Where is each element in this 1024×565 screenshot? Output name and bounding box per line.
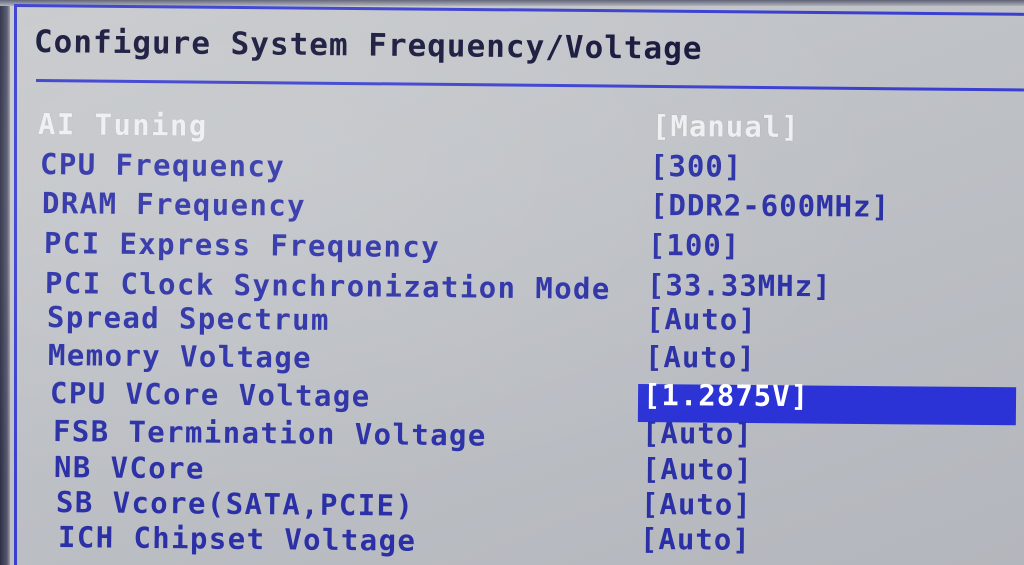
setting-value[interactable]: [Auto]: [641, 486, 752, 523]
setting-label: ICH Chipset Voltage: [57, 520, 417, 558]
setting-label: SB Vcore(SATA,PCIE): [55, 485, 415, 523]
setting-row-fsb-termination-voltage[interactable]: FSB Termination Voltage [Auto]: [0, 413, 1024, 453]
setting-label: PCI Express Frequency: [43, 226, 441, 265]
setting-value[interactable]: [DDR2-600MHz]: [650, 187, 890, 225]
setting-row-cpu-vcore-voltage[interactable]: CPU VCore Voltage [1.2875V]: [0, 375, 1024, 414]
settings-list: AI Tuning [Manual] CPU Frequency [300] D…: [0, 0, 1024, 565]
setting-value[interactable]: [1.2875V]: [643, 377, 809, 414]
setting-row-memory-voltage[interactable]: Memory Voltage [Auto]: [0, 337, 1024, 376]
setting-label: Memory Voltage: [47, 338, 313, 375]
setting-value[interactable]: [Auto]: [645, 339, 756, 376]
setting-row-cpu-frequency[interactable]: CPU Frequency [300]: [0, 146, 1024, 185]
setting-row-nb-vcore[interactable]: NB VCore [Auto]: [0, 449, 1024, 488]
setting-label: CPU Frequency: [39, 147, 286, 184]
setting-value[interactable]: [300]: [650, 148, 743, 185]
setting-value[interactable]: [Auto]: [642, 415, 753, 452]
bios-screen: Configure System Frequency/Voltage AI Tu…: [0, 0, 1024, 565]
setting-label: DRAM Frequency: [41, 186, 307, 223]
setting-row-sb-vcore[interactable]: SB Vcore(SATA,PCIE) [Auto]: [0, 484, 1024, 523]
setting-value[interactable]: [Auto]: [640, 521, 751, 558]
setting-label: NB VCore: [53, 450, 206, 486]
setting-value[interactable]: [Manual]: [652, 108, 800, 145]
setting-label: Spread Spectrum: [46, 300, 331, 337]
setting-value[interactable]: [Auto]: [642, 451, 753, 488]
setting-row-pci-clock-sync-mode[interactable]: PCI Clock Synchronization Mode [33.33MHz…: [0, 265, 1024, 306]
setting-row-ai-tuning[interactable]: AI Tuning [Manual]: [0, 106, 1024, 145]
setting-value[interactable]: [100]: [648, 227, 741, 264]
setting-label: CPU VCore Voltage: [49, 376, 371, 414]
setting-label: AI Tuning: [37, 107, 208, 143]
setting-value[interactable]: [Auto]: [646, 301, 757, 338]
setting-row-ich-chipset-voltage[interactable]: ICH Chipset Voltage [Auto]: [0, 519, 1024, 558]
setting-row-pci-express-frequency[interactable]: PCI Express Frequency [100]: [0, 225, 1024, 264]
setting-row-spread-spectrum[interactable]: Spread Spectrum [Auto]: [0, 299, 1024, 338]
setting-row-dram-frequency[interactable]: DRAM Frequency [DDR2-600MHz]: [0, 185, 1024, 224]
setting-label: FSB Termination Voltage: [52, 414, 487, 453]
